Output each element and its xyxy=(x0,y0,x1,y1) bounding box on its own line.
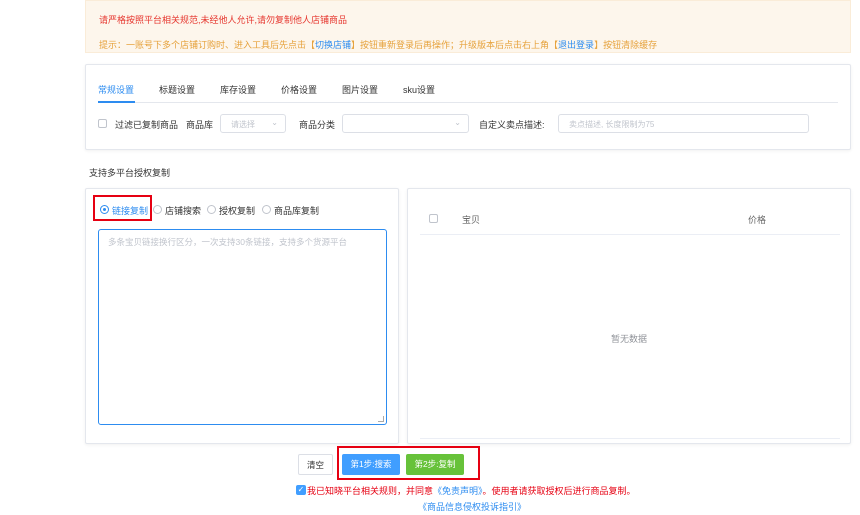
agreement-post: 。使用者请获取授权后进行商品复制。 xyxy=(482,486,636,496)
radio-shop-search-label[interactable]: 店铺搜索 xyxy=(165,204,201,217)
switch-shop-link[interactable]: 切换店铺 xyxy=(315,40,351,50)
settings-tabs: 常规设置 标题设置 库存设置 价格设置 图片设置 sku设置 xyxy=(98,81,838,103)
notice-tip-post: 】按钮清除缓存 xyxy=(594,40,658,50)
radio-auth-copy[interactable] xyxy=(207,205,216,214)
link-textarea[interactable]: 多条宝贝链接换行区分，一次支持30条链接，支持多个货源平台 xyxy=(98,229,387,425)
results-table-header: 宝贝 价格 xyxy=(420,205,840,235)
step1-search-button[interactable]: 第1步:搜索 xyxy=(342,454,400,475)
library-select[interactable]: 请选择 ⌄ xyxy=(220,114,286,133)
empty-state-text: 暂无数据 xyxy=(610,334,647,344)
col-price-header: 价格 xyxy=(748,215,767,225)
disclaimer-link[interactable]: 《免责声明》 xyxy=(433,486,483,496)
chevron-down-icon: ⌄ xyxy=(271,118,278,127)
agreement-text: 我已知晓平台相关规则，并同意《免责声明》。使用者请获取授权后进行商品复制。 xyxy=(307,484,636,497)
radio-library-copy[interactable] xyxy=(262,205,271,214)
radio-shop-search[interactable] xyxy=(153,205,162,214)
library-placeholder: 请选择 xyxy=(231,120,255,129)
agreement-row: ✓ 我已知晓平台相关规则，并同意《免责声明》。使用者请获取授权后进行商品复制。 xyxy=(296,484,746,496)
table-bottom-divider xyxy=(420,438,840,439)
active-tab-indicator xyxy=(98,101,135,103)
notice-warning-text: 请严格按照平台相关规范,未经他人允许,请勿复制他人店铺商品 xyxy=(99,15,348,25)
link-input-panel: 链接复制 店铺搜索 授权复制 商品库复制 多条宝贝链接换行区分，一次支持30条链… xyxy=(85,188,399,444)
agreement-pre: 我已知晓平台相关规则，并同意 xyxy=(307,486,434,496)
notice-tip-pre: 提示：一账号下多个店铺订购时、进入工具后先点击【 xyxy=(99,40,316,50)
chevron-down-icon: ⌄ xyxy=(454,118,461,127)
resize-handle-icon[interactable] xyxy=(378,416,384,422)
radio-auth-copy-label[interactable]: 授权复制 xyxy=(219,204,255,217)
tab-sku[interactable]: sku设置 xyxy=(403,83,435,96)
category-label: 商品分类 xyxy=(299,120,336,130)
clear-button[interactable]: 清空 xyxy=(298,454,333,475)
logout-link[interactable]: 退出登录 xyxy=(558,40,594,50)
agreement-checkbox[interactable]: ✓ xyxy=(296,485,306,495)
library-label: 商品库 xyxy=(186,120,214,130)
filter-row: 过滤已复制商品 商品库 请选择 ⌄ 商品分类 ⌄ 自定义卖点描述: 卖点描述, … xyxy=(98,114,838,134)
custom-desc-input[interactable]: 卖点描述, 长度限制为75 xyxy=(558,114,809,133)
category-select[interactable]: ⌄ xyxy=(342,114,469,133)
notice-tip-text: 提示：一账号下多个店铺订购时、进入工具后先点击【切换店铺】按钮重新登录后再操作；… xyxy=(99,38,657,51)
tab-image[interactable]: 图片设置 xyxy=(342,83,378,96)
filter-copied-label: 过滤已复制商品 xyxy=(115,120,179,130)
tab-price[interactable]: 价格设置 xyxy=(281,83,317,96)
notice-banner: 请严格按照平台相关规范,未经他人允许,请勿复制他人店铺商品 提示：一账号下多个店… xyxy=(85,0,851,53)
tab-stock[interactable]: 库存设置 xyxy=(220,83,256,96)
custom-desc-placeholder: 卖点描述, 长度限制为75 xyxy=(569,120,655,129)
select-all-checkbox[interactable] xyxy=(429,214,438,223)
highlight-box xyxy=(93,195,152,221)
results-panel: 宝贝 价格 暂无数据 xyxy=(407,188,851,444)
custom-desc-label: 自定义卖点描述: xyxy=(479,120,545,130)
section-title: 支持多平台授权复制 xyxy=(89,168,171,178)
notice-tip-mid: 】按钮重新登录后再操作；升级版本后点击右上角【 xyxy=(351,40,559,50)
tab-title[interactable]: 标题设置 xyxy=(159,83,195,96)
col-item-header: 宝贝 xyxy=(462,215,481,225)
radio-library-copy-label[interactable]: 商品库复制 xyxy=(274,204,319,217)
tab-general[interactable]: 常规设置 xyxy=(98,83,134,96)
link-textarea-placeholder: 多条宝贝链接换行区分，一次支持30条链接，支持多个货源平台 xyxy=(108,237,347,247)
settings-panel: 常规设置 标题设置 库存设置 价格设置 图片设置 sku设置 过滤已复制商品 商… xyxy=(85,64,851,150)
filter-copied-checkbox[interactable] xyxy=(98,119,107,128)
infringement-guide-link[interactable]: 《商品信息侵权投诉指引》 xyxy=(418,500,526,513)
step2-copy-button[interactable]: 第2步:复制 xyxy=(406,454,464,475)
